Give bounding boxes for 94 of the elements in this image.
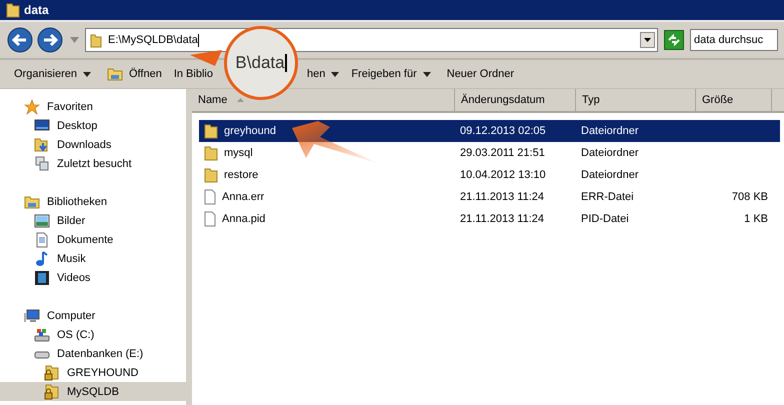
sidebar-label: MySQLDB	[67, 386, 119, 398]
sidebar-item[interactable]: Dokumente	[0, 230, 186, 249]
sidebar-label: Zuletzt besucht	[57, 158, 132, 170]
toolbar-button[interactable]: Öffnen	[100, 64, 168, 84]
caret-icon	[644, 38, 651, 42]
back-button[interactable]	[6, 26, 34, 54]
file-size: 1 KB	[744, 213, 768, 225]
file-name: greyhound	[224, 125, 276, 137]
callout-arrow	[190, 50, 222, 66]
toolbar-button[interactable]: Freigeben für	[345, 65, 437, 83]
library-icon	[24, 194, 40, 210]
folder-icon	[204, 145, 218, 161]
file-name: mysql	[224, 147, 253, 159]
sidebar-item[interactable]: Downloads	[0, 135, 186, 154]
column-header[interactable]: Typ	[576, 89, 696, 111]
sidebar-item[interactable]: Zuletzt besucht	[0, 154, 186, 173]
sidebar-label: Computer	[47, 310, 96, 322]
sidebar-item[interactable]: Videos	[0, 268, 186, 287]
file-name: Anna.err	[222, 191, 264, 203]
music-icon	[34, 250, 50, 266]
forward-button[interactable]	[36, 26, 64, 54]
folder-icon	[90, 32, 102, 48]
address-path: E:\MySQLDB\data	[108, 34, 198, 46]
computer-icon	[24, 308, 40, 324]
toolbar-button[interactable]: In Biblio	[172, 65, 215, 83]
sidebar-item[interactable]: Musik	[0, 249, 186, 268]
column-header[interactable]: Größe	[696, 89, 772, 111]
sidebar-item[interactable]: Bibliotheken	[0, 192, 186, 211]
locked-folder-icon	[44, 384, 60, 400]
desktop-icon	[34, 118, 50, 134]
file-type: PID-Datei	[581, 213, 629, 225]
refresh-button[interactable]	[664, 30, 684, 50]
document-icon	[34, 232, 50, 248]
file-name: restore	[224, 169, 258, 181]
file-date: 10.04.2012 13:10	[460, 169, 546, 181]
file-type: Dateiordner	[581, 125, 638, 137]
file-row[interactable]: greyhound 09.12.2013 02:05 Dateiordner	[199, 120, 780, 142]
file-type: ERR-Datei	[581, 191, 634, 203]
os-drive-icon	[34, 326, 50, 342]
sidebar-item[interactable]: GREYHOUND	[0, 363, 186, 382]
sidebar-item[interactable]: Favoriten	[0, 97, 186, 116]
folder-icon	[106, 67, 123, 81]
locked-folder-icon	[44, 364, 60, 380]
address-field[interactable]: E:\MySQLDB\data	[85, 28, 658, 52]
file-row[interactable]: mysql 29.03.2011 21:51 Dateiordner	[199, 142, 780, 164]
sidebar-label: Datenbanken (E:)	[57, 348, 144, 360]
file-row[interactable]: restore 10.04.2012 13:10 Dateiordner	[199, 164, 780, 186]
file-date: 21.11.2013 11:24	[460, 191, 544, 203]
caret-icon	[422, 72, 431, 76]
caret-icon	[82, 72, 91, 76]
pictures-icon	[34, 212, 50, 228]
sidebar-label: Bibliotheken	[47, 196, 107, 208]
sidebar-item[interactable]: Computer	[0, 306, 186, 325]
sidebar-label: Dokumente	[57, 234, 114, 246]
toolbar-button[interactable]: hen	[304, 65, 342, 83]
sidebar-label: Downloads	[57, 138, 112, 150]
file-date: 21.11.2013 11:24	[460, 213, 544, 225]
toolbar-button[interactable]: Neuer Ordner	[440, 65, 520, 83]
sidebar-label: OS (C:)	[57, 328, 94, 340]
folder-icon	[204, 123, 218, 139]
recent-icon	[34, 156, 50, 172]
sidebar-item[interactable]: OS (C:)	[0, 325, 186, 344]
file-row[interactable]: Anna.pid 21.11.2013 11:24 PID-Datei 1 KB	[199, 208, 780, 230]
column-header[interactable]: Änderungsdatum	[455, 89, 576, 111]
sidebar-item[interactable]: Desktop	[0, 116, 186, 135]
sidebar-label: GREYHOUND	[67, 366, 139, 378]
file-date: 29.03.2011 21:51	[460, 147, 545, 159]
video-icon	[34, 270, 50, 286]
sidebar-label: Favoriten	[47, 100, 93, 112]
star-icon	[24, 98, 40, 114]
file-icon	[204, 211, 216, 227]
file-size: 708 KB	[732, 191, 768, 203]
file-date: 09.12.2013 02:05	[460, 125, 546, 137]
file-name: Anna.pid	[222, 213, 266, 225]
sidebar-label: Musik	[57, 252, 86, 264]
file-type: Dateiordner	[581, 147, 638, 159]
folder-icon	[204, 167, 218, 183]
file-row[interactable]: Anna.err 21.11.2013 11:24 ERR-Datei 708 KB	[199, 186, 780, 208]
file-icon	[204, 189, 216, 205]
search-field[interactable]: data durchsuc	[690, 29, 778, 51]
toolbar-button[interactable]: Organisieren	[8, 65, 97, 83]
caret-icon	[331, 72, 340, 76]
sidebar-label: Videos	[57, 272, 90, 284]
folder-icon	[6, 2, 20, 18]
sidebar-label: Bilder	[57, 214, 86, 226]
sidebar-item[interactable]: Datenbanken (E:)	[0, 344, 186, 363]
window-title: data	[24, 3, 49, 17]
sidebar-label: Desktop	[57, 120, 98, 132]
dropdown-button[interactable]	[640, 32, 655, 48]
file-type: Dateiordner	[581, 169, 638, 181]
sidebar-item[interactable]: Bilder	[0, 211, 186, 230]
sidebar-item[interactable]: MySQLDB	[0, 382, 186, 401]
download-icon	[34, 136, 50, 152]
magnified-path: B\data	[235, 53, 285, 73]
